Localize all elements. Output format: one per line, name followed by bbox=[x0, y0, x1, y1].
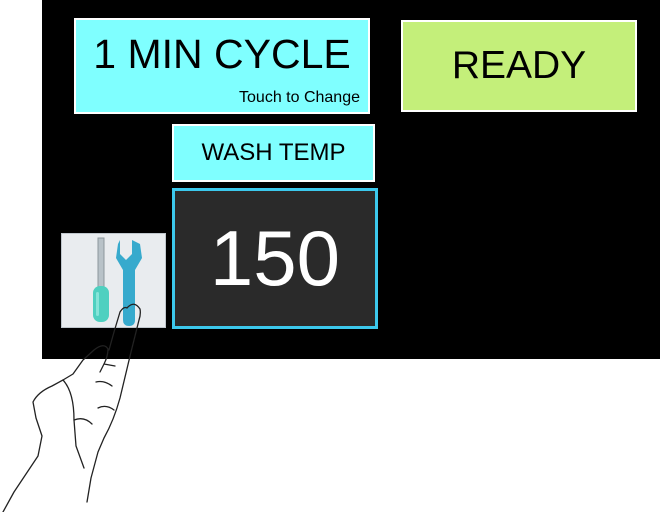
cycle-hint: Touch to Change bbox=[239, 89, 360, 106]
cycle-button[interactable]: 1 MIN CYCLE Touch to Change bbox=[74, 18, 370, 114]
wash-temp-value[interactable]: 150 bbox=[172, 188, 378, 329]
wash-temp-value-text: 150 bbox=[209, 214, 341, 302]
ready-status-button[interactable]: READY bbox=[401, 20, 637, 112]
tools-icon bbox=[93, 237, 142, 326]
wash-temp-label: WASH TEMP bbox=[172, 124, 375, 182]
ready-label: READY bbox=[451, 44, 587, 87]
settings-tools-button[interactable] bbox=[61, 233, 166, 328]
wash-temp-label-text: WASH TEMP bbox=[201, 139, 346, 166]
cycle-title: 1 MIN CYCLE bbox=[93, 31, 351, 77]
